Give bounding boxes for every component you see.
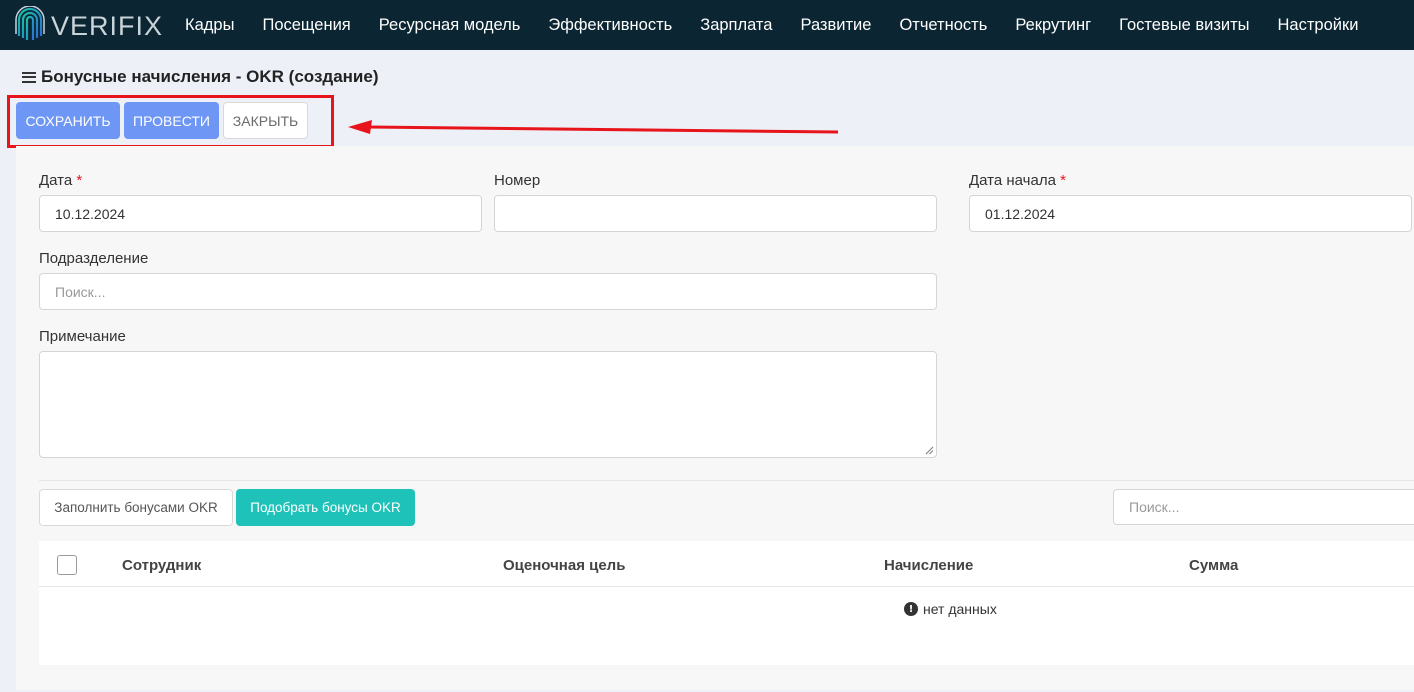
division-label: Подразделение xyxy=(39,250,149,267)
logo-text: VERIFIX xyxy=(51,10,164,41)
annotation-arrow-icon xyxy=(348,120,839,134)
number-input[interactable] xyxy=(494,195,937,232)
start-date-label: Дата начала * xyxy=(969,172,1066,189)
nav-item-development[interactable]: Развитие xyxy=(786,16,885,35)
table-header-divider xyxy=(39,586,1414,587)
select-all-checkbox[interactable] xyxy=(57,555,77,575)
date-input[interactable]: 10.12.2024 xyxy=(39,195,482,232)
nav-item-salary[interactable]: Зарплата xyxy=(686,16,786,35)
note-textarea[interactable] xyxy=(39,351,937,458)
table-search-placeholder: Поиск... xyxy=(1129,499,1180,515)
number-label: Номер xyxy=(494,172,541,189)
column-header-target[interactable]: Оценочная цель xyxy=(503,557,625,574)
division-search-input[interactable]: Поиск... xyxy=(39,273,937,310)
nav-item-settings[interactable]: Настройки xyxy=(1264,16,1373,35)
logo[interactable]: VERIFIX xyxy=(15,6,163,46)
pick-okr-bonuses-button[interactable]: Подобрать бонусы OKR xyxy=(236,489,415,526)
column-header-amount[interactable]: Сумма xyxy=(1189,557,1238,574)
nav-item-resource-model[interactable]: Ресурсная модель xyxy=(365,16,535,35)
nav-item-recruiting[interactable]: Рекрутинг xyxy=(1001,16,1105,35)
fingerprint-logo-icon xyxy=(15,6,45,40)
nav-item-efficiency[interactable]: Эффективность xyxy=(534,16,686,35)
column-header-employee[interactable]: Сотрудник xyxy=(122,557,201,574)
info-icon: ! xyxy=(904,602,918,616)
bonus-table: Сотрудник Оценочная цель Начисление Сумм… xyxy=(39,541,1414,665)
empty-state-text: нет данных xyxy=(923,601,997,617)
nav-item-guest-visits[interactable]: Гостевые визиты xyxy=(1105,16,1263,35)
top-navbar: VERIFIX Кадры Посещения Ресурсная модель… xyxy=(0,0,1414,50)
hamburger-menu-icon[interactable] xyxy=(22,71,36,83)
annotation-highlight-box xyxy=(7,95,334,148)
date-label: Дата * xyxy=(39,172,83,189)
main-menu: Кадры Посещения Ресурсная модель Эффекти… xyxy=(171,0,1372,50)
empty-state: ! нет данных xyxy=(904,601,997,617)
table-search-input[interactable]: Поиск... xyxy=(1113,489,1414,525)
page-title: Бонусные начисления - OKR (создание) xyxy=(41,67,379,86)
nav-item-staff[interactable]: Кадры xyxy=(171,16,248,35)
note-label: Примечание xyxy=(39,328,126,345)
fill-okr-bonuses-button[interactable]: Заполнить бонусами OKR xyxy=(39,489,233,526)
resize-handle-icon[interactable] xyxy=(925,446,934,455)
section-divider xyxy=(39,480,1414,481)
start-date-input[interactable]: 01.12.2024 xyxy=(969,195,1412,232)
division-placeholder: Поиск... xyxy=(55,283,106,300)
title-row: Бонусные начисления - OKR (создание) xyxy=(22,67,378,87)
nav-item-reports[interactable]: Отчетность xyxy=(885,16,1001,35)
nav-item-attendance[interactable]: Посещения xyxy=(248,16,364,35)
column-header-accrual[interactable]: Начисление xyxy=(884,557,973,574)
